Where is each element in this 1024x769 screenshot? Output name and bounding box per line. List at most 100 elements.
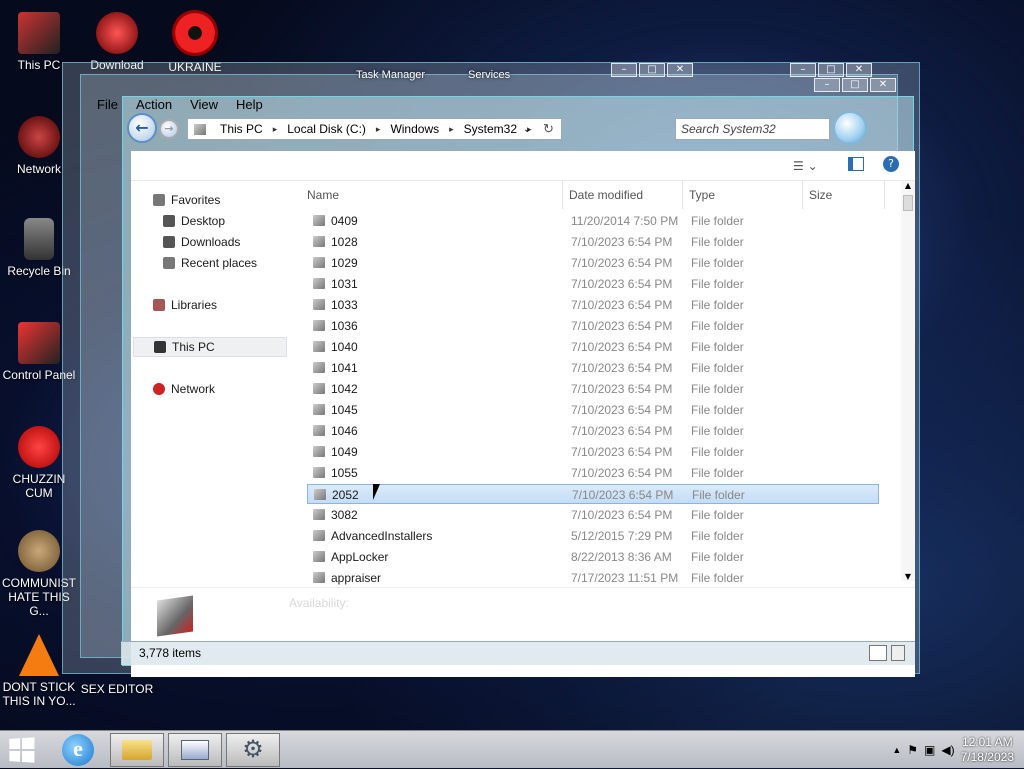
file-type: File folder	[691, 571, 744, 585]
address-dropdown-icon[interactable]: ⌄	[523, 124, 531, 135]
file-row[interactable]: 1040 7/10/2023 6:54 PM File folder	[307, 337, 879, 357]
file-row[interactable]: AdvancedInstallers 5/12/2015 7:29 PM File …	[307, 526, 879, 546]
taskbar-services[interactable]: ⚙	[226, 733, 280, 767]
breadcrumb-system32[interactable]: System32	[464, 122, 517, 136]
vertical-scrollbar[interactable]: ▲ ▼	[901, 181, 915, 581]
file-type: File folder	[691, 235, 744, 249]
search-input[interactable]: Search System32	[675, 118, 830, 140]
folder-icon	[313, 341, 325, 352]
breadcrumb-separator-icon[interactable]: ▸	[273, 124, 278, 135]
address-bar[interactable]: This PC ▸ Local Disk (C:) ▸ Windows ▸ Sy…	[187, 118, 562, 140]
help-icon[interactable]: ?	[883, 156, 899, 172]
file-row[interactable]: 1031 7/10/2023 6:54 PM File folder	[307, 274, 879, 294]
navigation-bar: ← → This PC ▸ Local Disk (C:) ▸ Windows …	[87, 111, 915, 145]
explorer-content: ☰ ⌄ ? Favorites Desktop Downloads Recent…	[131, 151, 915, 677]
file-row[interactable]: 1042 7/10/2023 6:54 PM File folder	[307, 379, 879, 399]
flag-icon[interactable]: ⚑	[907, 743, 918, 757]
breadcrumb-local-disk[interactable]: Local Disk (C:)	[287, 122, 366, 136]
folder-icon	[313, 320, 325, 331]
file-row[interactable]: AppLocker 8/22/2013 8:36 AM File folder	[307, 547, 879, 567]
file-date: 7/10/2023 6:54 PM	[571, 319, 673, 333]
taskbar-performance-monitor[interactable]	[168, 733, 222, 767]
file-name: AppLocker	[331, 550, 389, 564]
column-header-type[interactable]: Type	[689, 181, 803, 209]
minimize-icon[interactable]: –	[611, 63, 637, 77]
minimize-icon[interactable]: –	[790, 63, 816, 77]
traffic-cone-icon	[19, 634, 59, 676]
menu-file[interactable]: File	[97, 97, 118, 117]
folder-icon	[313, 530, 325, 541]
preview-pane-icon[interactable]	[848, 157, 864, 171]
file-row[interactable]: 1046 7/10/2023 6:54 PM File folder	[307, 421, 879, 441]
column-header-date[interactable]: Date modified	[569, 181, 683, 209]
scroll-up-icon[interactable]: ▲	[901, 181, 915, 190]
nav-network[interactable]: Network	[153, 382, 215, 396]
breadcrumb-separator-icon[interactable]: ▸	[376, 124, 381, 135]
clock[interactable]: 12:01 AM 7/18/2023	[961, 735, 1014, 765]
volume-icon[interactable]: ◀)	[941, 743, 954, 757]
file-row[interactable]: 2052 7/10/2023 6:54 PM File folder	[307, 484, 879, 504]
maximize-icon[interactable]: □	[818, 63, 844, 77]
close-icon[interactable]: ✕	[846, 63, 872, 77]
close-icon[interactable]: ✕	[667, 63, 693, 77]
start-button[interactable]	[8, 736, 38, 764]
close-icon[interactable]: ✕	[870, 78, 896, 92]
column-header-size[interactable]: Size	[809, 181, 885, 209]
breadcrumb-separator-icon[interactable]: ▸	[449, 124, 454, 135]
file-type: File folder	[692, 488, 745, 502]
file-row[interactable]: 3082 7/10/2023 6:54 PM File folder	[307, 505, 879, 525]
file-type: File folder	[691, 466, 744, 480]
file-row[interactable]: 0409 11/20/2014 7:50 PM File folder	[307, 211, 879, 231]
scroll-down-icon[interactable]: ▼	[901, 572, 915, 581]
file-row[interactable]: 1036 7/10/2023 6:54 PM File folder	[307, 316, 879, 336]
menu-help[interactable]: Help	[236, 97, 263, 117]
file-row[interactable]: 1055 7/10/2023 6:54 PM File folder	[307, 463, 879, 483]
file-row[interactable]: 1045 7/10/2023 6:54 PM File folder	[307, 400, 879, 420]
radiation-icon	[172, 10, 218, 56]
nav-recent[interactable]: Recent places	[163, 256, 257, 270]
maximize-icon[interactable]: □	[842, 78, 868, 92]
menu-view[interactable]: View	[190, 97, 218, 117]
explorer-window-controls: – □ ✕	[814, 78, 896, 92]
network-icon	[18, 116, 60, 158]
column-label: Date modified	[569, 188, 644, 202]
file-type: File folder	[691, 382, 744, 396]
item-count: 3,778 items	[139, 646, 202, 660]
file-row[interactable]: appraiser 7/17/2023 11:51 PM File folder	[307, 568, 879, 588]
breadcrumb-windows[interactable]: Windows	[390, 122, 439, 136]
nav-label: Desktop	[181, 214, 226, 228]
file-name: 1040	[331, 340, 358, 354]
file-name: 1049	[331, 445, 358, 459]
file-row[interactable]: 1049 7/10/2023 6:54 PM File folder	[307, 442, 879, 462]
file-row[interactable]: 1028 7/10/2023 6:54 PM File folder	[307, 232, 879, 252]
nav-this-pc[interactable]: This PC	[133, 337, 287, 357]
nav-libraries[interactable]: Libraries	[153, 298, 217, 312]
desktop-icon-sex-editor[interactable]: SEX EDITOR	[78, 682, 156, 696]
maximize-icon[interactable]: □	[639, 63, 665, 77]
file-row[interactable]: 1041 7/10/2023 6:54 PM File folder	[307, 358, 879, 378]
column-header-name[interactable]: Name	[307, 181, 563, 209]
nav-desktop[interactable]: Desktop	[163, 214, 225, 228]
scroll-thumb[interactable]	[903, 195, 913, 211]
file-row[interactable]: 1029 7/10/2023 6:54 PM File folder	[307, 253, 879, 273]
details-view-icon[interactable]	[869, 645, 887, 661]
file-row[interactable]: 1033 7/10/2023 6:54 PM File folder	[307, 295, 879, 315]
internet-explorer-icon[interactable]: e	[62, 734, 94, 766]
file-type: File folder	[691, 508, 744, 522]
search-icon[interactable]	[833, 111, 867, 145]
nav-favorites[interactable]: Favorites	[153, 193, 220, 207]
taskbar-file-explorer[interactable]	[110, 733, 164, 767]
file-date: 7/10/2023 6:54 PM	[571, 361, 673, 375]
nav-downloads[interactable]: Downloads	[163, 235, 240, 249]
show-hidden-icons-icon[interactable]: ▲	[892, 745, 901, 755]
view-options-icon[interactable]: ☰ ⌄	[793, 159, 818, 173]
breadcrumb-this-pc[interactable]: This PC	[220, 122, 263, 136]
file-name: 1055	[331, 466, 358, 480]
forward-button[interactable]: →	[159, 119, 179, 139]
refresh-icon[interactable]: ↻	[543, 121, 554, 137]
back-button[interactable]: ←	[127, 113, 157, 143]
large-icons-view-icon[interactable]	[891, 645, 905, 661]
file-type: File folder	[691, 550, 744, 564]
network-status-icon[interactable]: ▣	[924, 743, 935, 757]
minimize-icon[interactable]: –	[814, 78, 840, 92]
